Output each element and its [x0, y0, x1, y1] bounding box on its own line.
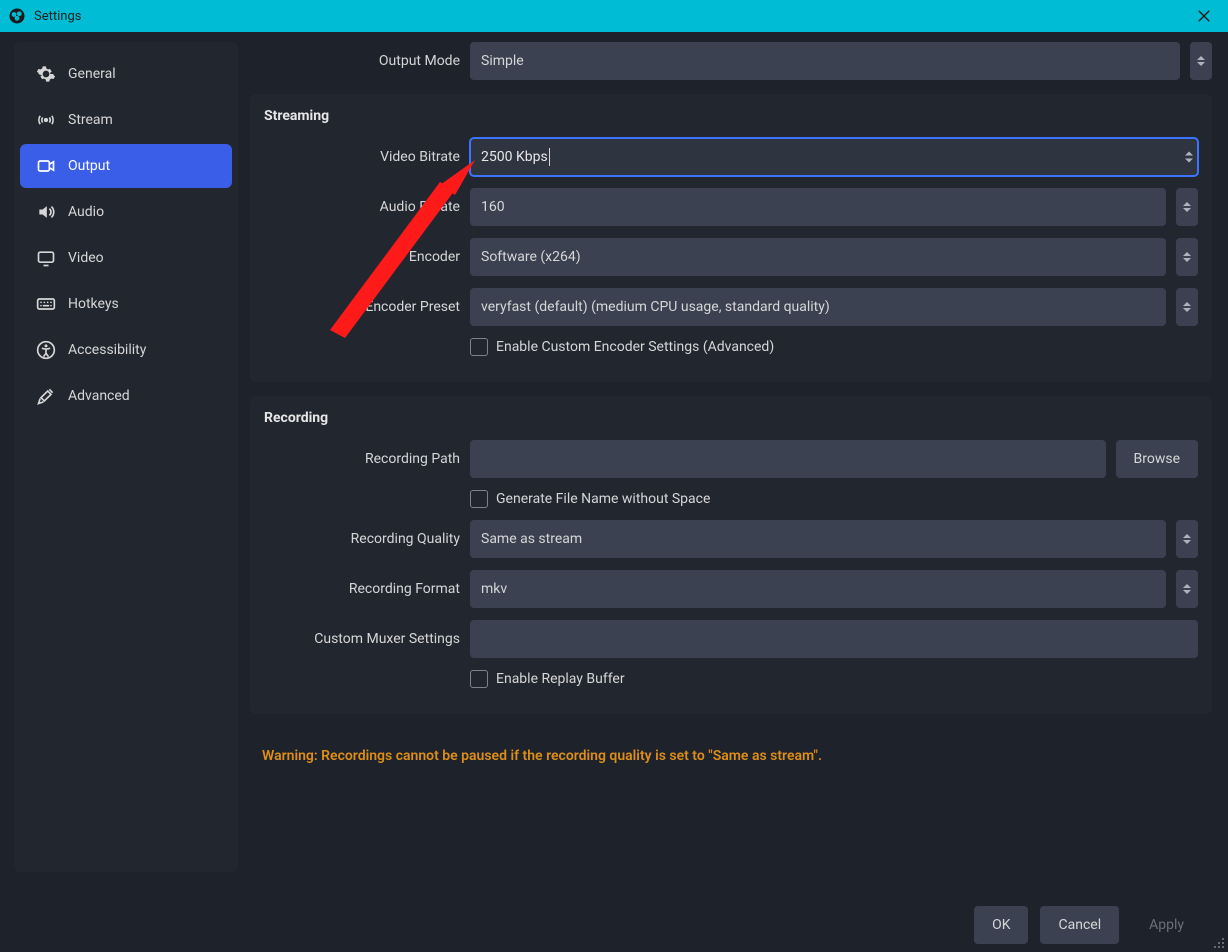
content-area: Output Mode Simple Streaming Video Bitra… [246, 42, 1228, 898]
sidebar-item-advanced[interactable]: Advanced [20, 374, 232, 418]
sidebar-item-label: Output [68, 158, 110, 174]
enable-custom-encoder-checkbox[interactable] [470, 338, 488, 356]
close-button[interactable] [1188, 0, 1220, 32]
encoder-preset-select[interactable]: veryfast (default) (medium CPU usage, st… [470, 288, 1166, 326]
audio-bitrate-label: Audio Bitrate [264, 199, 460, 215]
enable-custom-encoder-label: Enable Custom Encoder Settings (Advanced… [496, 339, 774, 355]
warning-text: Warning: Recordings cannot be paused if … [250, 728, 1212, 772]
titlebar: Settings [0, 0, 1228, 32]
video-bitrate-label: Video Bitrate [264, 149, 460, 165]
sidebar-item-accessibility[interactable]: Accessibility [20, 328, 232, 372]
encoder-preset-value: veryfast (default) (medium CPU usage, st… [481, 299, 830, 315]
video-bitrate-input[interactable]: 2500 Kbps [470, 138, 1198, 176]
sidebar-item-label: Video [68, 250, 104, 266]
output-mode-select[interactable]: Simple [470, 42, 1180, 80]
encoder-label: Encoder [264, 249, 460, 265]
footer: OK Cancel Apply [0, 898, 1228, 952]
chevron-up-icon [1183, 202, 1191, 206]
accessibility-icon [36, 340, 56, 360]
recording-path-input[interactable] [470, 440, 1106, 478]
sidebar-item-output[interactable]: Output [20, 144, 232, 188]
ok-button[interactable]: OK [974, 906, 1028, 944]
recording-path-label: Recording Path [264, 451, 460, 467]
gen-filename-checkbox[interactable] [470, 490, 488, 508]
streaming-title: Streaming [264, 108, 1198, 124]
sidebar-item-label: General [68, 66, 116, 82]
streaming-panel: Streaming Video Bitrate 2500 Kbps Audio … [250, 94, 1212, 382]
speaker-icon [36, 202, 56, 222]
chevron-up-icon [1183, 302, 1191, 306]
chevron-down-icon [1183, 308, 1191, 312]
output-icon [36, 156, 56, 176]
cancel-label: Cancel [1058, 917, 1101, 933]
replay-buffer-checkbox[interactable] [470, 670, 488, 688]
output-mode-spinner[interactable] [1190, 42, 1212, 80]
recording-title: Recording [264, 410, 1198, 426]
sidebar-item-label: Audio [68, 204, 104, 220]
sidebar-item-label: Advanced [68, 388, 130, 404]
resize-grip-icon[interactable] [1213, 937, 1225, 949]
audio-bitrate-spinner[interactable] [1176, 188, 1198, 226]
muxer-input[interactable] [470, 620, 1198, 658]
window-title: Settings [34, 9, 1188, 24]
muxer-label: Custom Muxer Settings [264, 631, 460, 647]
output-mode-value: Simple [481, 53, 524, 69]
sidebar-item-general[interactable]: General [20, 52, 232, 96]
chevron-up-icon [1183, 584, 1191, 588]
chevron-down-icon [1183, 590, 1191, 594]
gen-filename-label: Generate File Name without Space [496, 491, 710, 507]
browse-label: Browse [1134, 451, 1180, 467]
gear-icon [36, 64, 56, 84]
sidebar-item-label: Accessibility [68, 342, 146, 358]
recording-quality-spinner[interactable] [1176, 520, 1198, 558]
chevron-up-icon [1183, 252, 1191, 256]
sidebar-item-video[interactable]: Video [20, 236, 232, 280]
output-mode-label: Output Mode [250, 53, 460, 69]
chevron-down-icon [1183, 258, 1191, 262]
recording-format-spinner[interactable] [1176, 570, 1198, 608]
recording-quality-select[interactable]: Same as stream [470, 520, 1166, 558]
replay-buffer-label: Enable Replay Buffer [496, 671, 625, 687]
sidebar-item-hotkeys[interactable]: Hotkeys [20, 282, 232, 326]
cancel-button[interactable]: Cancel [1040, 906, 1119, 944]
encoder-select[interactable]: Software (x264) [470, 238, 1166, 276]
chevron-up-icon [1183, 534, 1191, 538]
apply-button[interactable]: Apply [1131, 906, 1202, 944]
recording-quality-value: Same as stream [481, 531, 582, 547]
encoder-value: Software (x264) [481, 249, 581, 265]
chevron-up-icon [1197, 56, 1205, 60]
chevron-down-icon [1183, 540, 1191, 544]
sidebar-item-label: Hotkeys [68, 296, 119, 312]
sidebar: General Stream Output Audio Video [14, 42, 238, 872]
recording-panel: Recording Recording Path Browse Generate… [250, 396, 1212, 714]
sidebar-item-stream[interactable]: Stream [20, 98, 232, 142]
recording-format-select[interactable]: mkv [470, 570, 1166, 608]
keyboard-icon [36, 294, 56, 314]
video-bitrate-value: 2500 Kbps [481, 149, 548, 165]
antenna-icon [36, 110, 56, 130]
encoder-preset-spinner[interactable] [1176, 288, 1198, 326]
audio-bitrate-value: 160 [481, 199, 505, 215]
browse-button[interactable]: Browse [1116, 440, 1198, 478]
audio-bitrate-select[interactable]: 160 [470, 188, 1166, 226]
chevron-down-icon [1197, 62, 1205, 66]
output-mode-row: Output Mode Simple [250, 42, 1212, 80]
apply-label: Apply [1149, 917, 1184, 933]
app-icon [8, 7, 26, 25]
recording-quality-label: Recording Quality [264, 531, 460, 547]
chevron-down-icon[interactable] [1185, 159, 1193, 163]
monitor-icon [36, 248, 56, 268]
main-area: General Stream Output Audio Video [0, 32, 1228, 898]
sidebar-item-label: Stream [68, 112, 113, 128]
chevron-down-icon [1183, 208, 1191, 212]
text-caret [549, 148, 550, 166]
encoder-preset-label: Encoder Preset [264, 299, 460, 315]
tools-icon [36, 386, 56, 406]
ok-label: OK [992, 917, 1010, 933]
recording-format-label: Recording Format [264, 581, 460, 597]
sidebar-item-audio[interactable]: Audio [20, 190, 232, 234]
encoder-spinner[interactable] [1176, 238, 1198, 276]
chevron-up-icon[interactable] [1185, 152, 1193, 156]
recording-format-value: mkv [481, 581, 507, 597]
